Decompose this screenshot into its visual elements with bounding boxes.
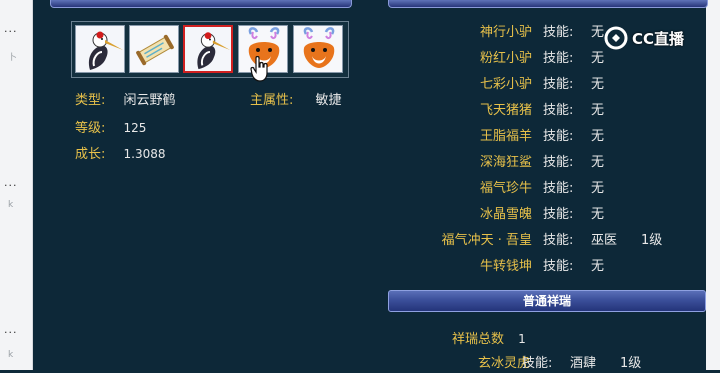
mount-skill: 无 <box>591 259 605 274</box>
mount-skill: 无 <box>591 181 605 196</box>
mount-skill: 无 <box>591 77 605 92</box>
left-mark: ... <box>4 323 18 336</box>
mount-skill: 无 <box>591 155 605 170</box>
mount-row: 冰晶雪魄 技能: 无 <box>0 206 720 224</box>
mount-name: 飞天猪猪 <box>479 103 532 118</box>
cc-logo-icon <box>604 26 628 50</box>
normal-xiangrui-header: 普通祥瑞 <box>388 290 706 312</box>
mount-name: 深海狂鲨 <box>479 155 532 170</box>
mount-row: 福气冲天 · 吾皇 技能: 巫医 1级 <box>0 232 720 250</box>
xiangrui-skill-label: 技能: <box>522 356 553 371</box>
mount-section-header <box>388 0 708 8</box>
pet-section-header <box>50 0 352 8</box>
mount-name: 神行小驴 <box>479 25 532 40</box>
mount-skill-label: 技能: <box>543 129 574 144</box>
watermark-text: CC直播 <box>632 29 685 48</box>
mount-skill: 无 <box>591 103 605 118</box>
mount-name: 福气珍牛 <box>479 181 532 196</box>
mount-skill-label: 技能: <box>543 259 574 274</box>
mount-skill: 无 <box>591 51 605 66</box>
mount-skill: 巫医 <box>591 233 618 248</box>
mount-skill-label: 技能: <box>543 25 574 40</box>
mount-skill-level: 1级 <box>641 233 663 248</box>
mount-name: 牛转钱坤 <box>479 259 532 274</box>
mount-name: 福气冲天 · 吾皇 <box>441 233 532 248</box>
xiangrui-skill-level: 1级 <box>620 356 642 371</box>
xiangrui-total-label: 祥瑞总数 <box>452 332 505 347</box>
xiangrui-total: 祥瑞总数 1 <box>452 330 526 348</box>
mount-row: 七彩小驴 技能: 无 <box>0 76 720 94</box>
xiangrui-total-value: 1 <box>518 332 526 346</box>
mount-skill: 无 <box>591 25 605 40</box>
mount-skill-label: 技能: <box>543 181 574 196</box>
mount-row: 飞天猪猪 技能: 无 <box>0 102 720 120</box>
mount-row: 牛转钱坤 技能: 无 <box>0 258 720 276</box>
mount-row: 王脂福羊 技能: 无 <box>0 128 720 146</box>
mount-name: 粉红小驴 <box>479 51 532 66</box>
mount-row: 福气珍牛 技能: 无 <box>0 180 720 198</box>
mount-name: 七彩小驴 <box>479 77 532 92</box>
mount-name: 王脂福羊 <box>479 129 532 144</box>
mount-skill-label: 技能: <box>543 233 574 248</box>
mount-row: 深海狂鲨 技能: 无 <box>0 154 720 172</box>
mount-skill-label: 技能: <box>543 103 574 118</box>
xiangrui-skill: 酒肆 <box>570 356 597 371</box>
mount-name: 冰晶雪魄 <box>479 207 532 222</box>
mount-skill-label: 技能: <box>543 77 574 92</box>
mount-skill-label: 技能: <box>543 155 574 170</box>
mount-skill-label: 技能: <box>543 51 574 66</box>
mount-row: 粉红小驴 技能: 无 <box>0 50 720 68</box>
xiangrui-item: 玄冰灵虎 技能: 酒肆 1级 <box>0 355 720 373</box>
mount-skill: 无 <box>591 207 605 222</box>
mount-skill: 无 <box>591 129 605 144</box>
cc-live-watermark: CC直播 <box>604 26 684 50</box>
mount-skill-label: 技能: <box>543 207 574 222</box>
